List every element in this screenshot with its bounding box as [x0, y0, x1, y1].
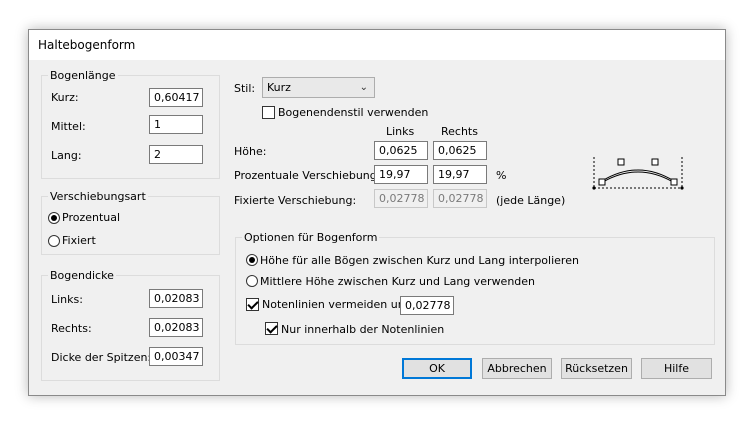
innerhalb-label[interactable]: Nur innerhalb der Notenlinien [281, 323, 444, 336]
kurz-input[interactable]: 0,60417 [149, 88, 203, 107]
dialog-haltebogenform: Haltebogenform Bogenlänge Kurz: 0,60417 … [28, 29, 726, 396]
radio-interpolieren-label[interactable]: Höhe für alle Bögen zwischen Kurz und La… [260, 254, 579, 267]
mittel-label: Mittel: [51, 120, 86, 133]
mittel-input[interactable]: 1 [149, 115, 203, 134]
group-bogenlaenge-legend: Bogenlänge [50, 69, 116, 82]
notenlinien-checkbox[interactable] [246, 298, 259, 311]
spitzen-label: Dicke der Spitzen: [51, 351, 152, 364]
fixiert-rechts-input[interactable]: 0,02778 [433, 189, 487, 208]
fixiert-unit: (jede Länge) [496, 194, 566, 207]
fixiert-label: Fixierte Verschiebung: [234, 194, 357, 207]
group-bogendicke-legend: Bogendicke [50, 269, 114, 282]
prozent-rechts-input[interactable]: 19,97 [433, 165, 487, 184]
notenlinien-input[interactable]: 0,02778 [400, 296, 454, 315]
group-verschiebungsart-legend: Verschiebungsart [50, 190, 146, 203]
stil-select[interactable]: Kurz ⌄ [262, 77, 375, 98]
title-bar[interactable]: Haltebogenform [29, 30, 725, 60]
notenlinien-label[interactable]: Notenlinien vermeiden um: [262, 298, 412, 311]
radio-prozentual[interactable] [48, 212, 60, 224]
slur-preview-icon [592, 157, 684, 190]
radio-fixiert-label[interactable]: Fixiert [62, 234, 96, 247]
col-rechts-header: Rechts [441, 125, 478, 138]
prozent-unit: % [496, 169, 507, 182]
cancel-button[interactable]: Abbrechen [482, 358, 552, 379]
hoehe-links-input[interactable]: 0,0625 [374, 141, 428, 160]
prozent-links-input[interactable]: 19,97 [374, 165, 428, 184]
lang-input[interactable]: 2 [149, 145, 203, 164]
bogenendenstil-label[interactable]: Bogenendenstil verwenden [278, 106, 428, 119]
window-title: Haltebogenform [38, 38, 136, 52]
group-optionen-legend: Optionen für Bogenform [244, 231, 378, 244]
lang-label: Lang: [51, 149, 82, 162]
chevron-down-icon: ⌄ [359, 82, 368, 93]
bogendicke-rechts-label: Rechts: [51, 322, 92, 335]
fixiert-links-input[interactable]: 0,02778 [374, 189, 428, 208]
stil-select-value: Kurz [267, 81, 291, 94]
radio-mittlere[interactable] [246, 275, 258, 287]
ok-button[interactable]: OK [402, 358, 472, 379]
radio-prozentual-label[interactable]: Prozentual [62, 211, 120, 224]
spitzen-input[interactable]: 0,00347 [149, 347, 203, 366]
radio-interpolieren[interactable] [246, 254, 258, 266]
help-button[interactable]: Hilfe [641, 358, 712, 379]
kurz-label: Kurz: [51, 91, 79, 104]
bogendicke-links-input[interactable]: 0,02083 [149, 289, 203, 308]
prozent-label: Prozentuale Verschiebung: [234, 169, 381, 182]
radio-fixiert[interactable] [48, 235, 60, 247]
stil-label: Stil: [234, 82, 256, 95]
hoehe-rechts-input[interactable]: 0,0625 [433, 141, 487, 160]
innerhalb-checkbox[interactable] [265, 322, 278, 335]
bogendicke-rechts-input[interactable]: 0,02083 [149, 318, 203, 337]
bogenendenstil-checkbox[interactable] [262, 106, 275, 119]
col-links-header: Links [386, 125, 415, 138]
hoehe-label: Höhe: [234, 145, 267, 158]
bogendicke-links-label: Links: [51, 293, 83, 306]
radio-mittlere-label[interactable]: Mittlere Höhe zwischen Kurz und Lang ver… [260, 275, 535, 288]
reset-button[interactable]: Rücksetzen [561, 358, 632, 379]
